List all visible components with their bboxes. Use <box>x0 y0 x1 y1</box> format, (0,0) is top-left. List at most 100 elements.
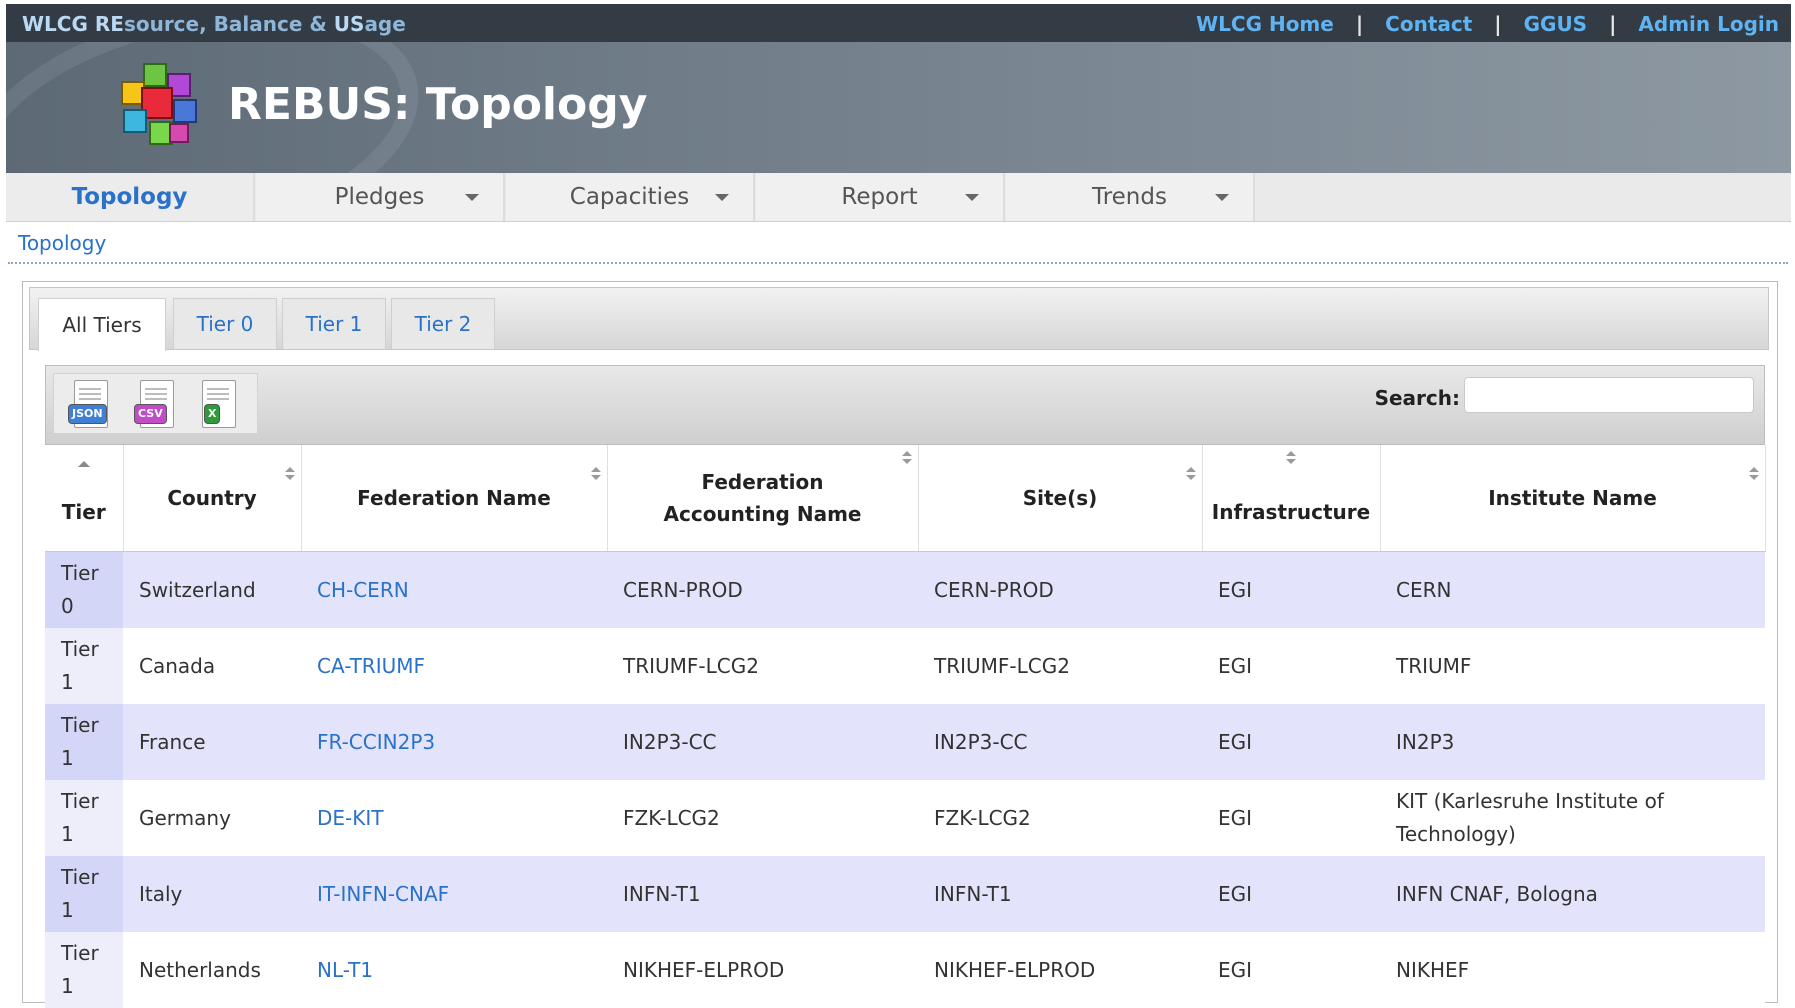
site-title-part: WLCG RE <box>22 12 124 36</box>
topology-table: Tier Country Federation Name Federation … <box>45 445 1766 1008</box>
tab-label: All Tiers <box>62 313 142 337</box>
country-cell: Netherlands <box>123 932 301 1008</box>
tab-tier-1[interactable]: Tier 1 <box>282 298 386 349</box>
column-header-tier[interactable]: Tier <box>45 445 124 552</box>
json-export-icon[interactable]: JSON <box>68 380 112 430</box>
breadcrumb-divider <box>8 262 1788 264</box>
tab-tier-2[interactable]: Tier 2 <box>391 298 495 349</box>
dropdown-caret-icon <box>965 194 979 201</box>
column-header-federation-name[interactable]: Federation Name <box>301 445 608 552</box>
excel-export-icon[interactable]: X <box>196 380 240 430</box>
column-header-sites[interactable]: Site(s) <box>918 445 1203 552</box>
sites-cell: TRIUMF-LCG2 <box>918 628 1202 704</box>
nav-tab-label: Pledges <box>334 184 425 210</box>
tab-label: Tier 2 <box>414 312 472 336</box>
nav-tab-label: Capacities <box>569 184 690 210</box>
infrastructure-cell: EGI <box>1202 780 1380 856</box>
csv-export-icon[interactable]: CSV <box>134 380 178 430</box>
accounting-name-cell: INFN-T1 <box>607 856 918 932</box>
column-header-infrastructure[interactable]: Infrastructure <box>1202 445 1381 552</box>
nav-tab-label: Topology <box>71 184 188 210</box>
sites-cell: NIKHEF-ELPROD <box>918 932 1202 1008</box>
wlcg-home-link[interactable]: WLCG Home <box>1196 12 1334 36</box>
export-buttons: JSON CSV X <box>53 373 258 434</box>
federation-cell: NL-T1 <box>301 932 607 1008</box>
main-nav: Topology Pledges Capacities Report Trend… <box>6 173 1791 222</box>
infrastructure-cell: EGI <box>1202 551 1380 628</box>
site-title-part: age <box>364 12 406 36</box>
accounting-name-cell: IN2P3-CC <box>607 704 918 780</box>
contact-link[interactable]: Contact <box>1385 12 1472 36</box>
federation-cell: CA-TRIUMF <box>301 628 607 704</box>
infrastructure-cell: EGI <box>1202 704 1380 780</box>
column-label: Institute Name <box>1488 486 1657 510</box>
column-header-institute-name[interactable]: Institute Name <box>1380 445 1766 552</box>
admin-login-link[interactable]: Admin Login <box>1638 12 1779 36</box>
accounting-name-cell: CERN-PROD <box>607 551 918 628</box>
sort-asc-icon <box>77 461 90 467</box>
nav-tab-report[interactable]: Report <box>756 173 1005 221</box>
federation-cell: FR-CCIN2P3 <box>301 704 607 780</box>
page-title: REBUS: Topology <box>228 79 648 130</box>
nav-tab-pledges[interactable]: Pledges <box>256 173 505 221</box>
federation-link[interactable]: CA-TRIUMF <box>317 654 425 678</box>
column-label: Site(s) <box>1022 486 1098 510</box>
column-header-country[interactable]: Country <box>123 445 302 552</box>
nav-tab-capacities[interactable]: Capacities <box>506 173 755 221</box>
tab-label: Tier 1 <box>305 312 363 336</box>
tier-cell: Tier 1 <box>45 704 123 780</box>
column-header-federation-accounting-name[interactable]: Federation Accounting Name <box>607 445 919 552</box>
table-row: Tier 1 Netherlands NL-T1 NIKHEF-ELPROD N… <box>45 932 1765 1008</box>
dropdown-caret-icon <box>715 194 729 201</box>
nav-tab-trends[interactable]: Trends <box>1006 173 1255 221</box>
infrastructure-cell: EGI <box>1202 856 1380 932</box>
country-cell: Canada <box>123 628 301 704</box>
federation-link[interactable]: IT-INFN-CNAF <box>317 882 449 906</box>
banner: REBUS: Topology <box>6 42 1791 173</box>
tier-cell: Tier 1 <box>45 628 123 704</box>
institute-cell: NIKHEF <box>1380 932 1765 1008</box>
search-input[interactable] <box>1464 377 1754 413</box>
institute-cell: TRIUMF <box>1380 628 1765 704</box>
header-links: WLCG Home | Contact | GGUS | Admin Login <box>1196 12 1779 36</box>
column-label: Tier <box>61 500 106 524</box>
tier-cell: Tier 1 <box>45 856 123 932</box>
sort-icon <box>284 467 295 481</box>
federation-link[interactable]: DE-KIT <box>317 806 383 830</box>
tab-all-tiers[interactable]: All Tiers <box>38 298 166 351</box>
sites-cell: IN2P3-CC <box>918 704 1202 780</box>
breadcrumb[interactable]: Topology <box>18 231 106 255</box>
column-label: Infrastructure <box>1211 500 1371 524</box>
infrastructure-cell: EGI <box>1202 628 1380 704</box>
federation-cell: DE-KIT <box>301 780 607 856</box>
table-toolbar: JSON CSV X Search: <box>45 365 1765 445</box>
federation-cell: CH-CERN <box>301 551 607 628</box>
federation-link[interactable]: FR-CCIN2P3 <box>317 730 435 754</box>
institute-cell: INFN CNAF, Bologna <box>1380 856 1765 932</box>
tier-cell: Tier 0 <box>45 551 123 628</box>
table-row: Tier 1 France FR-CCIN2P3 IN2P3-CC IN2P3-… <box>45 704 1765 780</box>
table-row: Tier 1 Canada CA-TRIUMF TRIUMF-LCG2 TRIU… <box>45 628 1765 704</box>
country-cell: Italy <box>123 856 301 932</box>
nav-tab-label: Trends <box>1092 184 1167 210</box>
nav-tab-topology[interactable]: Topology <box>6 173 255 221</box>
table-header-row: Tier Country Federation Name Federation … <box>45 445 1766 552</box>
country-cell: France <box>123 704 301 780</box>
tab-tier-0[interactable]: Tier 0 <box>173 298 277 349</box>
federation-link[interactable]: CH-CERN <box>317 578 409 602</box>
sort-icon <box>1185 467 1196 481</box>
column-label: Federation Name <box>357 486 551 510</box>
accounting-name-cell: NIKHEF-ELPROD <box>607 932 918 1008</box>
federation-link[interactable]: NL-T1 <box>317 958 373 982</box>
table-row: Tier 1 Italy IT-INFN-CNAF INFN-T1 INFN-T… <box>45 856 1765 932</box>
site-title: WLCG REsource, Balance & USage <box>22 12 406 36</box>
site-title-part: source, Balance & <box>123 12 334 36</box>
ggus-link[interactable]: GGUS <box>1524 12 1587 36</box>
tier-cell: Tier 1 <box>45 780 123 856</box>
site-title-part: US <box>333 12 365 36</box>
topology-panel: All Tiers Tier 0 Tier 1 Tier 2 JSON CSV … <box>22 281 1778 1008</box>
sort-icon <box>590 467 601 481</box>
excel-tag: X <box>204 404 221 424</box>
sites-cell: CERN-PROD <box>918 551 1202 628</box>
rebus-logo-icon <box>121 63 197 145</box>
